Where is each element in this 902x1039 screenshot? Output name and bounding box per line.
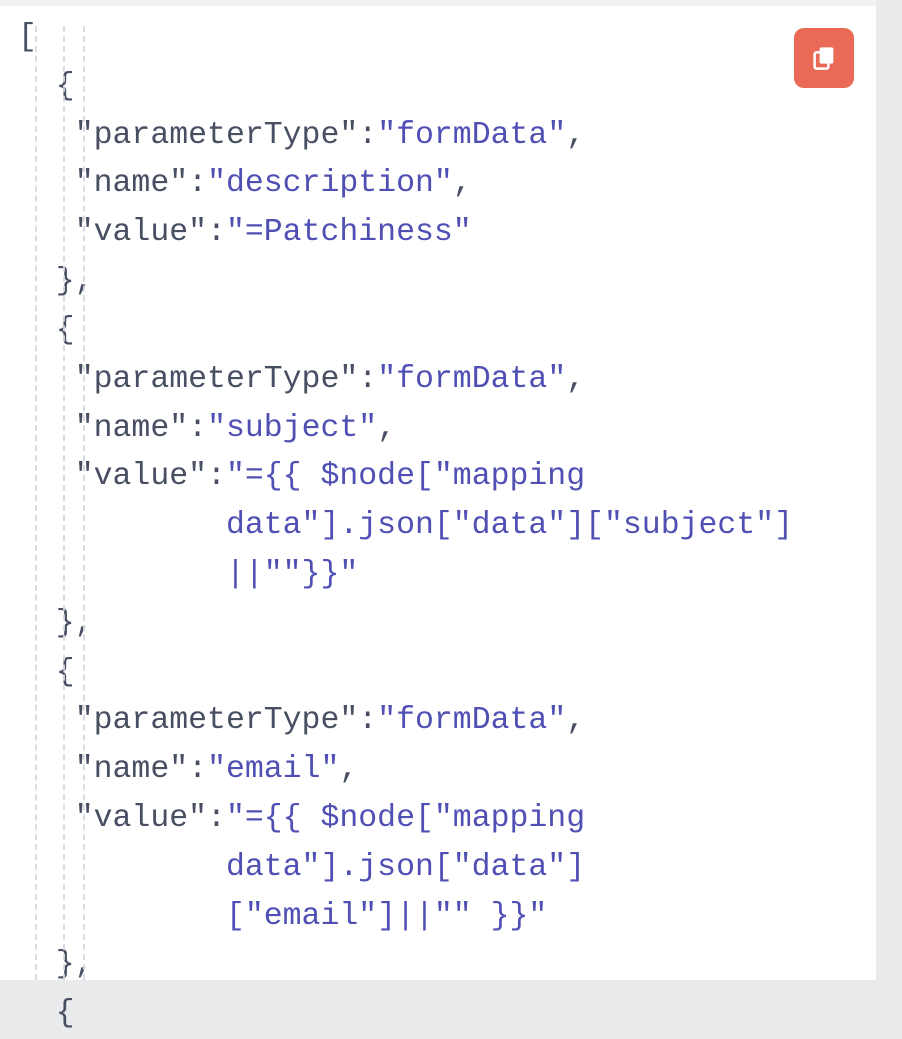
copy-button[interactable] — [794, 28, 854, 88]
code-content: [ { "parameterType":"formData", "name":"… — [0, 14, 876, 1039]
copy-icon — [809, 43, 839, 73]
code-block: [ { "parameterType":"formData", "name":"… — [0, 0, 876, 980]
page-root: [ { "parameterType":"formData", "name":"… — [0, 0, 902, 980]
